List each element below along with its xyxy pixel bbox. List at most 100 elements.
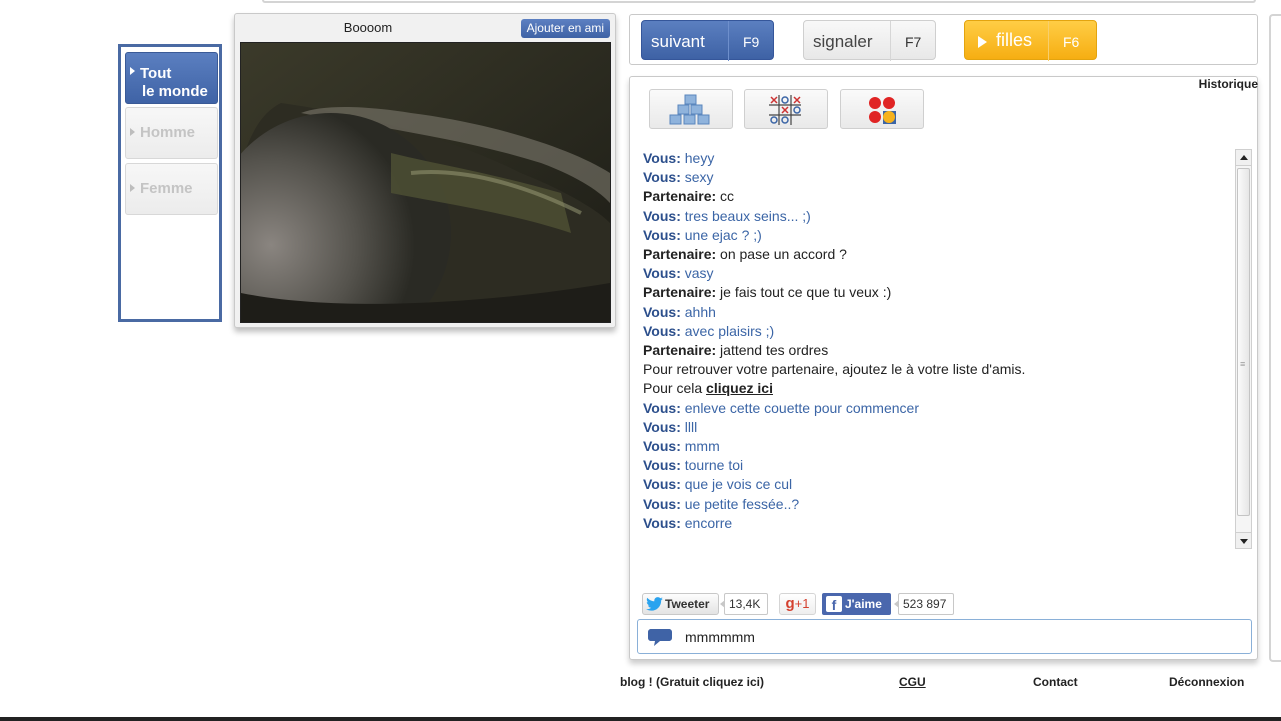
message-text: je fais tout ce que tu veux :) [716,284,892,301]
message-author: Partenaire: [643,284,717,301]
message-text: on pase un accord ? [716,246,847,263]
message-author: Vous: [643,495,681,512]
logout-link[interactable]: Déconnexion [1169,675,1244,689]
chat-message: Vous: enleve cette couette pour commence… [643,399,1233,418]
chat-message: Partenaire: je fais tout ce que tu veux … [643,283,1233,302]
scroll-down-arrow-icon[interactable] [1236,532,1251,548]
message-text: llll [680,418,698,435]
system-message: Pour cela cliquez ici [643,379,1233,398]
google-plus-button[interactable]: g+1 [779,593,816,615]
next-shortcut: F9 [743,34,760,50]
message-text: une ejac ? ;) [680,226,762,243]
cgu-link[interactable]: CGU [899,675,926,689]
message-author: Vous: [643,322,681,339]
chat-scrollbar[interactable] [1235,149,1252,549]
add-friend-link[interactable]: cliquez ici [706,380,773,396]
play-icon [978,36,987,48]
message-text: enleve cette couette pour commencer [680,399,919,416]
message-author: Partenaire: [643,342,717,359]
divider [1048,21,1049,61]
tweet-count: 13,4K [720,593,768,615]
facebook-icon: f [826,596,842,613]
system-message-text: Pour cela [643,380,707,397]
message-author: Vous: [643,418,681,435]
tweet-button[interactable]: Tweeter [642,593,719,615]
caret-right-icon [130,184,135,192]
filter-everyone-label-line2: le monde [142,83,208,100]
history-link[interactable]: Historique [1199,77,1258,91]
filter-women-button[interactable]: Femme [125,163,218,215]
scroll-up-arrow-icon[interactable] [1236,150,1251,166]
chat-input-box [637,619,1252,654]
connect-four-button[interactable] [840,89,924,129]
google-plus-label: +1 [794,596,810,611]
facebook-like-button[interactable]: f J'aime [822,593,891,615]
chat-message: Vous: heyy [643,149,1233,168]
chat-message: Vous: ue petite fessée..? [643,495,1233,514]
like-count: 523 897 [894,593,954,615]
right-panel-edge [1269,14,1281,662]
message-author: Vous: [643,265,681,282]
filter-men-label: Homme [140,124,196,141]
message-text: vasy [680,265,714,282]
chat-message: Partenaire: on pase un accord ? [643,245,1233,264]
chat-message: Vous: ahhh [643,303,1233,322]
chat-message: Vous: tres beaux seins... ;) [643,207,1233,226]
scroll-thumb[interactable] [1237,168,1250,516]
message-text: ahhh [680,303,716,320]
message-author: Vous: [643,207,681,224]
add-friend-button[interactable]: Ajouter en ami [520,19,610,38]
girls-button[interactable]: filles F6 [964,20,1097,61]
social-buttons: Tweeter 13,4K g+1 f J'aime 523 897 [642,593,1042,615]
message-text: avec plaisirs ;) [680,322,775,339]
controls-bar: suivant F9 signaler F7 filles F6 [629,14,1258,65]
blog-link[interactable]: blog ! (Gratuit cliquez ici) [620,675,764,689]
chat-message: Partenaire: jattend tes ordres [643,341,1233,360]
next-label: suivant [651,32,705,51]
girls-shortcut: F6 [1063,34,1080,50]
report-label: signaler [813,32,873,51]
report-shortcut: F7 [905,34,922,50]
chat-message: Vous: encorre [643,514,1233,533]
message-text: heyy [680,150,715,166]
filter-everyone-button[interactable]: Tout le monde [125,52,218,104]
filter-everyone-label-line1: Tout [140,65,172,82]
gender-filter: Tout le monde Homme Femme [118,44,222,322]
blocks-game-icon [669,94,710,125]
message-author: Vous: [643,476,681,493]
tic-tac-toe-button[interactable] [744,89,828,129]
message-text: que je vois ce cul [680,476,793,493]
partner-video-panel: Boooom Ajouter en ami [234,13,616,328]
divider [728,21,729,61]
chat-input[interactable] [685,626,1235,648]
report-button[interactable]: signaler F7 [803,20,936,61]
chat-message: Vous: vasy [643,264,1233,283]
caret-right-icon [130,128,135,136]
next-button[interactable]: suivant F9 [641,20,774,61]
message-author: Vous: [643,150,681,166]
chat-message: Vous: que je vois ce cul [643,475,1233,494]
twitter-bird-icon [646,597,663,611]
filter-men-button[interactable]: Homme [125,107,218,159]
bottom-bar [0,717,1281,721]
divider [890,21,891,61]
message-text: sexy [680,169,714,186]
chat-message: Vous: llll [643,418,1233,437]
message-author: Vous: [643,399,681,416]
message-text: tres beaux seins... ;) [680,207,811,224]
message-text: encorre [680,514,733,531]
message-author: Partenaire: [643,188,717,205]
message-author: Vous: [643,514,681,531]
contact-link[interactable]: Contact [1033,675,1078,689]
connect-four-icon [869,97,896,124]
girls-label: filles [996,30,1033,50]
chat-message: Vous: une ejac ? ;) [643,226,1233,245]
system-message: Pour retrouver votre partenaire, ajoutez… [643,361,1026,378]
partner-name: Boooom [343,20,393,35]
message-author: Partenaire: [643,246,717,263]
chat-message: Vous: avec plaisirs ;) [643,322,1233,341]
google-plus-icon: g [785,595,795,612]
message-author: Vous: [643,438,681,455]
like-label: J'aime [845,597,882,611]
blocks-game-button[interactable] [649,89,733,129]
